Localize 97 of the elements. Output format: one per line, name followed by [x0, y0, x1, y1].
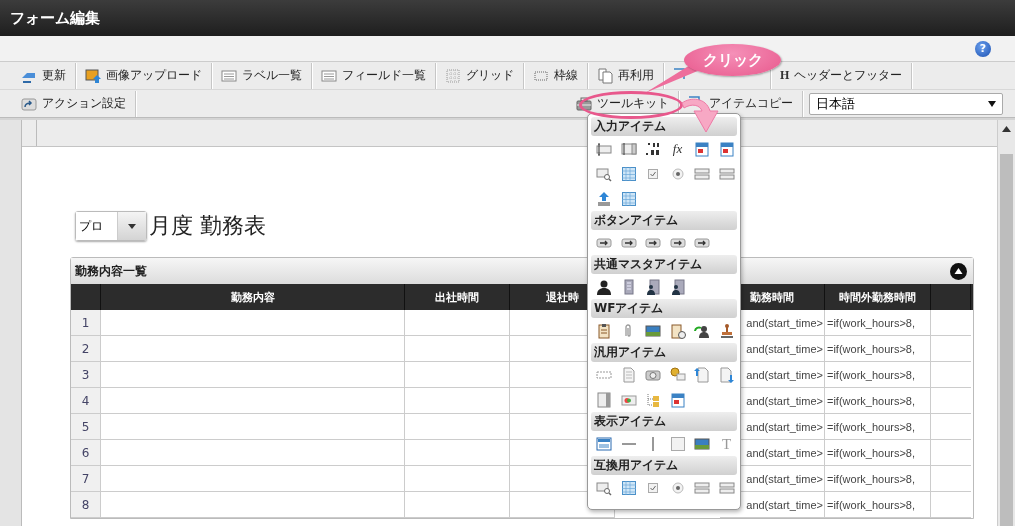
list-box-icon[interactable]	[718, 166, 735, 182]
scroll-up-icon[interactable]	[1002, 126, 1011, 132]
blank-box-icon[interactable]	[669, 436, 686, 452]
toolbar-button[interactable]: 枠線	[554, 67, 578, 84]
text-bar-icon[interactable]	[596, 436, 612, 452]
collapse-icon[interactable]	[950, 262, 967, 280]
toolkit-item[interactable]: fx	[669, 141, 686, 157]
checkbox-icon[interactable]	[645, 166, 661, 182]
list-box-icon[interactable]	[694, 166, 710, 182]
toolbar-button[interactable]: 画像アップロード	[106, 67, 202, 84]
image-card-icon[interactable]	[620, 392, 637, 408]
search-field-icon[interactable]	[596, 166, 612, 182]
toolbar-button[interactable]: フィールド一覧	[342, 67, 426, 84]
toolbar-button[interactable]: ラベル一覧	[242, 67, 302, 84]
row-number: 3	[71, 362, 101, 388]
row-number: 5	[71, 414, 101, 440]
image-icon[interactable]	[645, 323, 661, 339]
arrow-button-icon[interactable]	[669, 235, 686, 251]
row-number: 7	[71, 466, 101, 492]
section-header: 互換用アイテム	[591, 456, 737, 475]
language-select[interactable]: 日本語	[809, 92, 1003, 115]
search-field-icon[interactable]	[596, 480, 612, 496]
month-select[interactable]: プロ	[75, 211, 147, 241]
clipboard-clock-icon[interactable]	[669, 323, 686, 339]
building-person-icon[interactable]	[645, 279, 661, 295]
formula-cell: =if(work_hours>8,	[825, 336, 931, 362]
column-header: 出社時間	[405, 284, 510, 310]
key-icon[interactable]	[669, 367, 686, 383]
row-number: 8	[71, 492, 101, 518]
number-format-icon[interactable]	[645, 141, 661, 157]
toolbox-icon	[576, 95, 592, 112]
grid-table-icon[interactable]	[620, 166, 637, 182]
radio-button-icon[interactable]	[669, 166, 686, 182]
arrow-button-icon[interactable]	[694, 235, 710, 251]
stamp-icon[interactable]	[718, 323, 735, 339]
text-area-icon[interactable]	[620, 141, 637, 157]
arrow-button-icon[interactable]	[645, 235, 661, 251]
formula-cell: =if(work_hours>8,	[825, 492, 931, 518]
grid-table-icon[interactable]	[620, 191, 637, 207]
formula-cell: =if(work_hours>8,	[825, 362, 931, 388]
row-number: 6	[71, 440, 101, 466]
checkbox-icon[interactable]	[645, 480, 661, 496]
formula-cell: =if(work_hours>8,	[825, 414, 931, 440]
image-icon[interactable]	[694, 436, 710, 452]
building-person-icon[interactable]	[669, 279, 686, 295]
calendar-icon[interactable]	[669, 392, 686, 408]
panel-icon[interactable]	[596, 392, 612, 408]
formula-cell: =if(work_hours>8,	[825, 440, 931, 466]
upload-document-icon[interactable]	[694, 367, 710, 383]
row-number: 4	[71, 388, 101, 414]
toolbar-button[interactable]: アイテムコピー	[709, 95, 793, 112]
list-icon	[221, 67, 237, 84]
toolbar-button[interactable]: グリッド	[466, 67, 514, 84]
toolbar-button[interactable]: アクション設定	[42, 95, 126, 112]
scrollbar[interactable]	[997, 120, 1015, 526]
radio-button-icon[interactable]	[669, 480, 686, 496]
people-arrow-icon[interactable]	[694, 323, 710, 339]
clipboard-icon[interactable]	[596, 323, 612, 339]
formula-cell: =if(work_hours>8,	[825, 310, 931, 336]
window-title: フォーム編集	[10, 8, 100, 28]
form-heading: 月度 勤務表	[149, 212, 266, 240]
toolbar-button[interactable]: 更新	[42, 67, 66, 84]
dropdown-arrow-icon	[128, 223, 136, 229]
column-header: 時間外勤務時間	[825, 284, 931, 310]
arrow-button-icon[interactable]	[596, 235, 612, 251]
dropdown-arrow-icon	[988, 100, 996, 107]
section-header: 入力アイテム	[591, 117, 737, 136]
section-header: 汎用アイテム	[591, 343, 737, 362]
image-upload-icon	[85, 67, 101, 84]
list-box-icon[interactable]	[694, 480, 710, 496]
toolbar-button[interactable]: ヘッダーとフッター	[794, 67, 903, 84]
row-number: 1	[71, 310, 101, 336]
camera-icon[interactable]	[645, 367, 661, 383]
section-header: 表示アイテム	[591, 412, 737, 431]
formula-cell: =if(work_hours>8,	[825, 466, 931, 492]
toolbar-button[interactable]: ツールキット	[597, 95, 669, 112]
list-icon	[321, 67, 337, 84]
person-icon[interactable]	[596, 279, 612, 295]
dotted-grid-icon	[445, 67, 461, 84]
formula-cell: =if(work_hours>8,	[825, 388, 931, 414]
section-header: WFアイテム	[591, 299, 737, 318]
text-field-icon[interactable]	[596, 141, 612, 157]
download-document-icon[interactable]	[718, 367, 735, 383]
section-header: 共通マスタアイテム	[591, 255, 737, 274]
panel-title: 勤務内容一覧	[75, 262, 147, 280]
list-box-icon[interactable]	[718, 480, 735, 496]
toolbar-button[interactable]: 再利用	[618, 67, 654, 84]
column-header: 勤務内容	[101, 284, 405, 310]
row-number: 2	[71, 336, 101, 362]
upload-icon[interactable]	[596, 191, 612, 207]
header-footer-icon: H	[780, 68, 790, 83]
arrow-button-icon[interactable]	[620, 235, 637, 251]
section-header: ボタンアイテム	[591, 211, 737, 230]
calendar-icon[interactable]	[718, 141, 735, 157]
grid-table-icon[interactable]	[620, 480, 637, 496]
document-copy-icon	[597, 67, 613, 84]
calendar-icon[interactable]	[694, 141, 710, 157]
